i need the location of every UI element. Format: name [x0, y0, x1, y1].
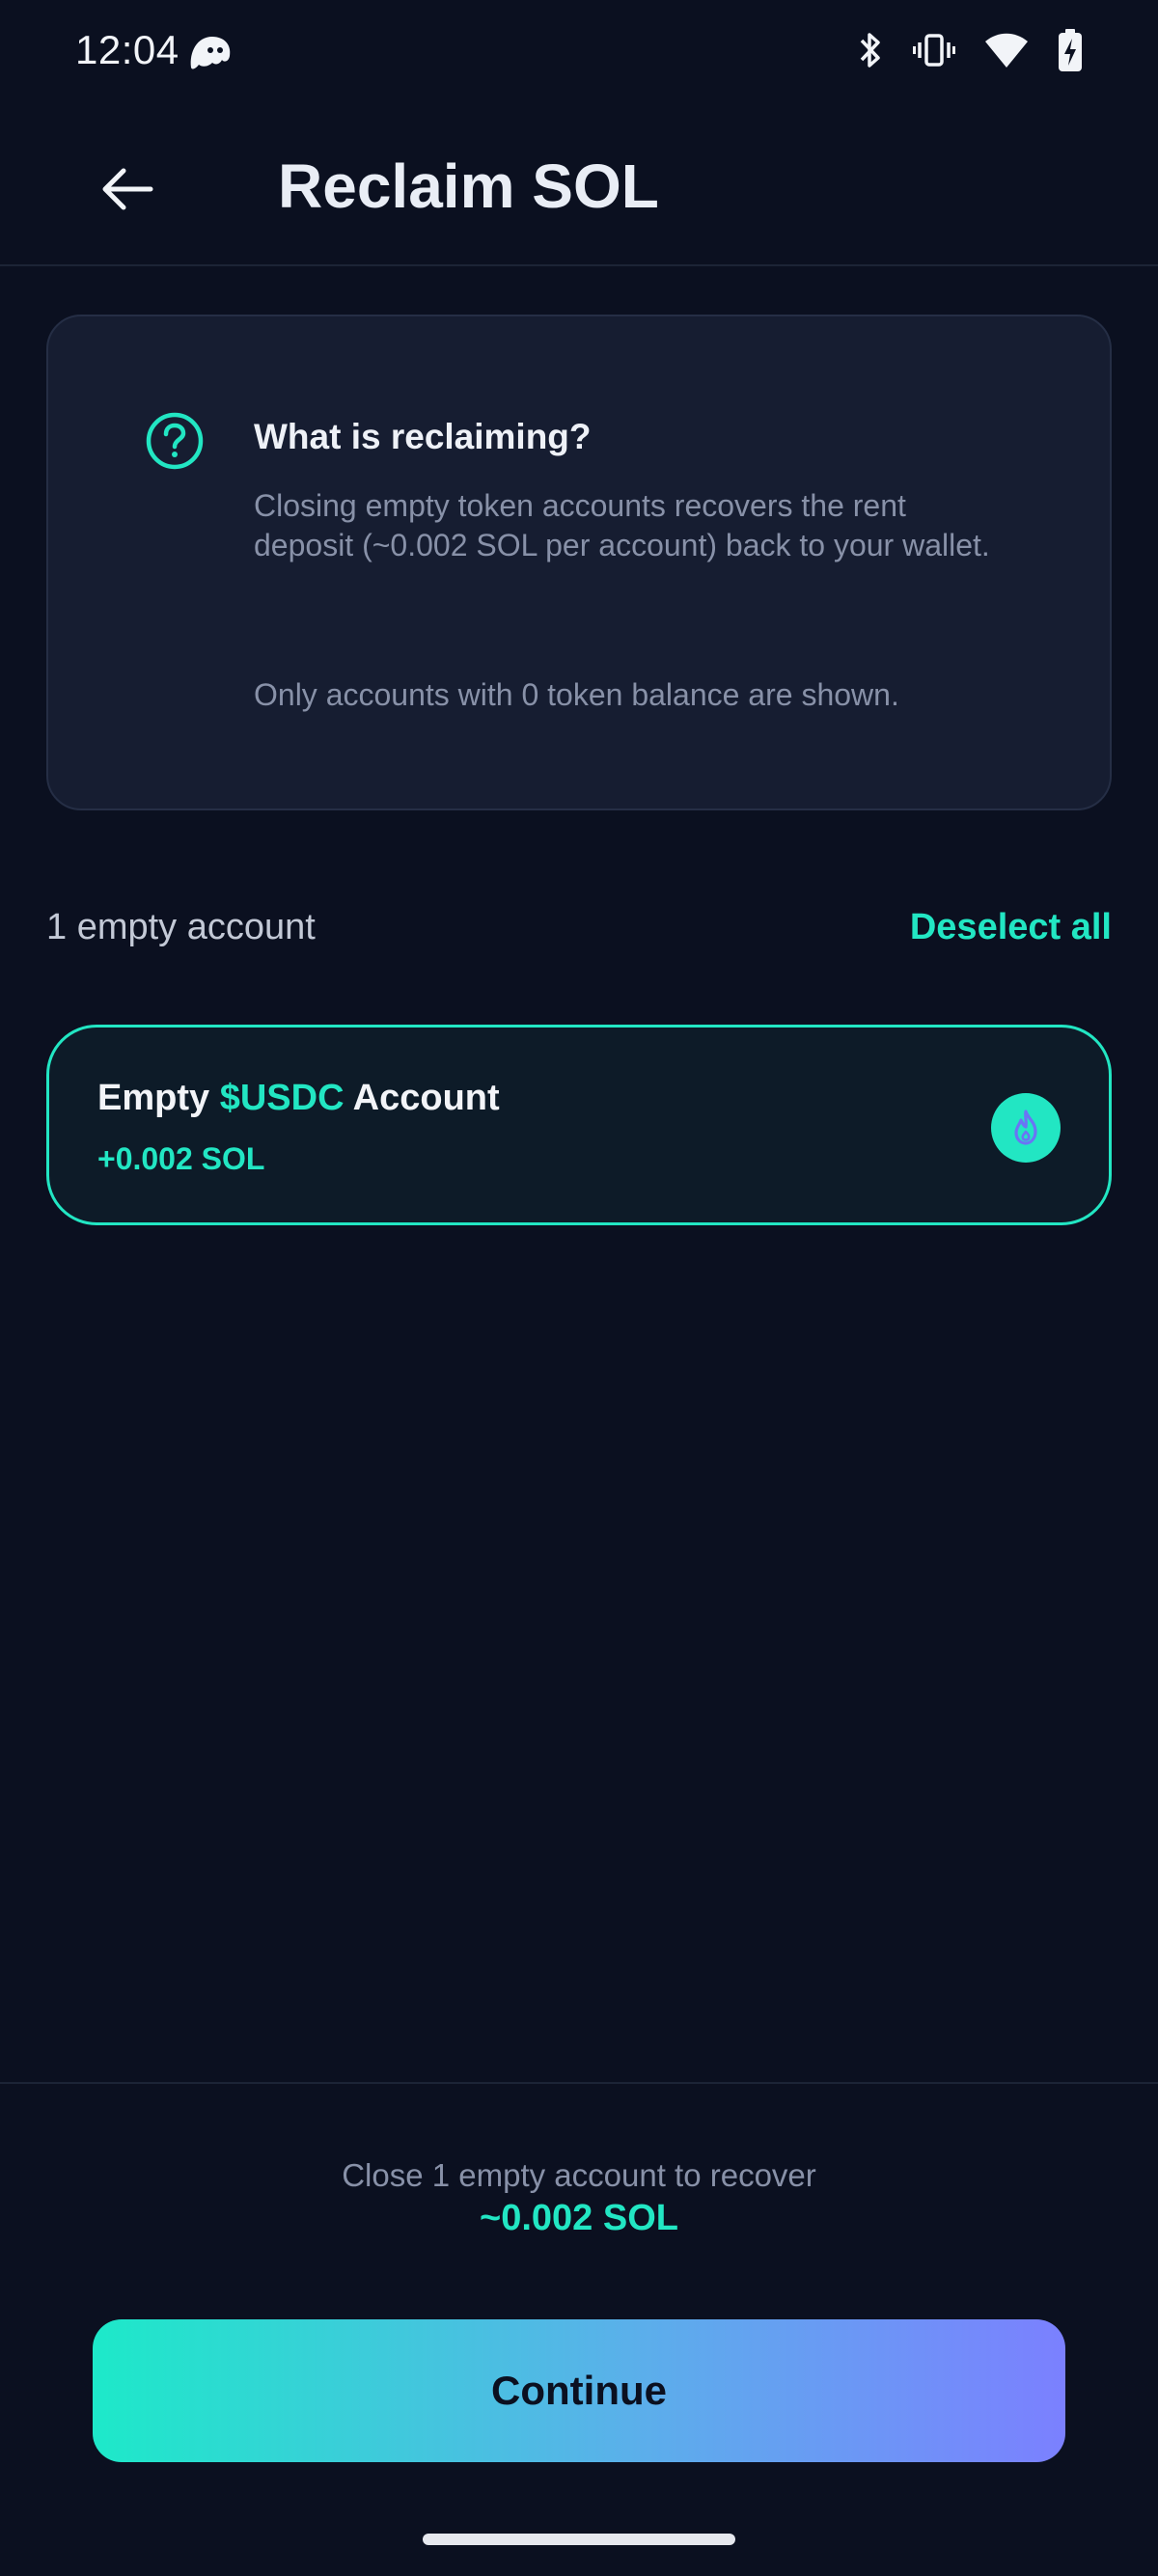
deselect-all-button[interactable]: Deselect all	[910, 907, 1112, 948]
battery-charging-icon	[1059, 29, 1082, 71]
continue-button[interactable]: Continue	[93, 2319, 1065, 2462]
vibrate-icon	[913, 34, 955, 67]
account-title-suffix: Account	[344, 1078, 500, 1118]
info-body: Closing empty token accounts recovers th…	[254, 488, 990, 562]
home-indicator[interactable]	[423, 2534, 735, 2545]
account-token: $USDC	[219, 1078, 345, 1118]
continue-label: Continue	[491, 2368, 667, 2413]
ghost-icon	[190, 37, 231, 69]
info-note: Only accounts with 0 token balance are s…	[254, 677, 899, 712]
empty-account-count: 1 empty account	[46, 907, 316, 947]
footer: Close 1 empty account to recover ~0.002 …	[0, 2082, 1158, 2576]
back-button[interactable]	[93, 154, 162, 224]
status-icons	[857, 29, 1083, 71]
bluetooth-icon	[860, 33, 880, 68]
flame-icon	[1014, 1110, 1037, 1145]
status-bar: 12:04	[0, 0, 1158, 106]
account-card[interactable]: Empty $USDC Account +0.002 SOL	[46, 1025, 1112, 1225]
app-header: Reclaim SOL	[0, 125, 1158, 266]
reclaim-sol-screen: 12:04 Reclaim SOL What is reclaiming? Cl…	[0, 0, 1158, 2576]
info-card: What is reclaiming? Closing empty token …	[46, 315, 1112, 810]
summary-amount: ~0.002 SOL	[480, 2198, 678, 2238]
status-time: 12:04	[75, 27, 179, 72]
account-title-prefix: Empty	[97, 1078, 220, 1118]
account-select-toggle[interactable]	[991, 1093, 1061, 1163]
info-title: What is reclaiming?	[254, 417, 592, 456]
account-title: Empty $USDC Account	[97, 1078, 500, 1119]
arrow-left-icon	[102, 168, 153, 210]
wifi-icon	[985, 33, 1028, 68]
question-circle-icon	[146, 412, 204, 470]
page-title: Reclaim SOL	[278, 151, 659, 221]
summary-text: Close 1 empty account to recover	[342, 2157, 816, 2193]
account-reclaim-amount: +0.002 SOL	[97, 1141, 265, 1176]
